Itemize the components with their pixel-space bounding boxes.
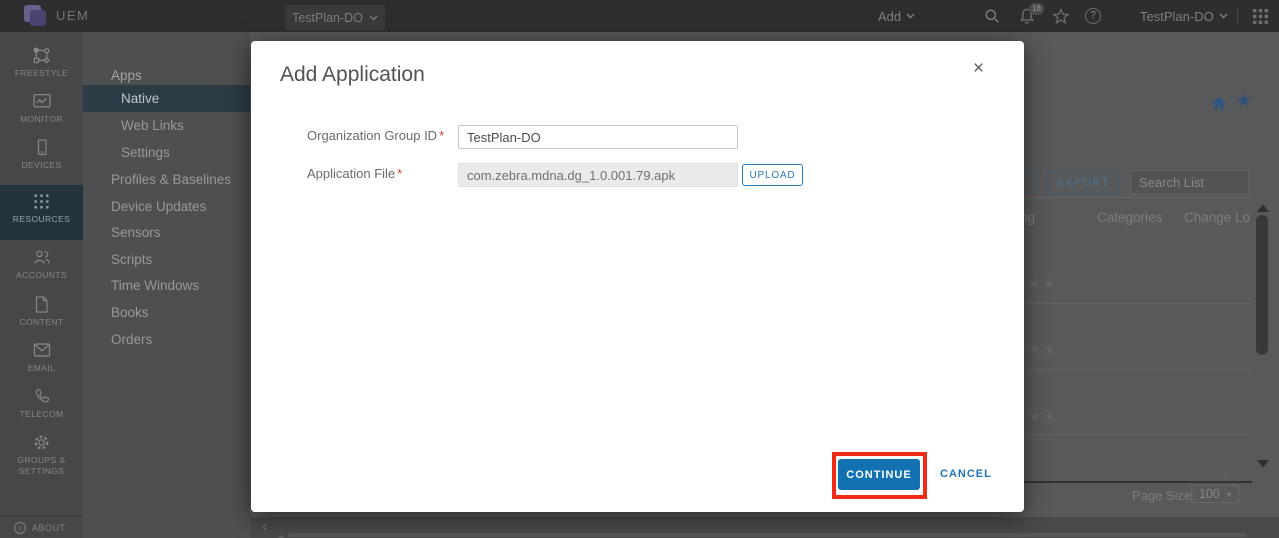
next-page-icon[interactable]: ▶ [1224, 470, 1232, 481]
column-header-change-log[interactable]: Change Log [1184, 210, 1250, 225]
devices-icon [34, 138, 50, 156]
favorite-page-star-icon[interactable]: ★ [1236, 90, 1252, 111]
add-menu[interactable]: Add [878, 0, 915, 32]
search-button[interactable] [984, 0, 1000, 32]
search-list-input[interactable] [1130, 170, 1249, 195]
page-size-select[interactable]: 100 [1191, 485, 1239, 503]
resources-icon [33, 192, 50, 210]
subnav-item-device-updates[interactable]: Device Updates [83, 193, 250, 220]
annotation-highlight-box [832, 452, 927, 499]
page-size-label: Page Size: [1132, 488, 1195, 503]
secondary-nav: Apps Native Web Links Settings Profiles … [83, 32, 250, 538]
sidebar-item-email[interactable]: EMAIL [0, 341, 83, 381]
cancel-button[interactable]: CANCEL [940, 468, 992, 480]
topbar-divider [1237, 8, 1238, 24]
sidebar-item-telecom[interactable]: TELECOM [0, 387, 83, 427]
sidebar-item-label: ACCOUNTS [16, 270, 67, 281]
help-button[interactable]: ? [1085, 0, 1101, 32]
app-frame: UEM TestPlan-DO Add 18 [0, 0, 1279, 538]
chevron-down-icon [906, 13, 915, 19]
main-sidebar: FREESTYLE MONITOR DEVICES [0, 32, 83, 538]
export-button[interactable]: EXPORT [1046, 171, 1120, 194]
home-icon[interactable] [1211, 96, 1227, 111]
email-icon [33, 341, 51, 359]
top-bar: UEM TestPlan-DO Add 18 [0, 0, 1279, 32]
monitor-icon [33, 92, 51, 110]
sidebar-item-freestyle[interactable]: FREESTYLE [0, 46, 83, 86]
sidebar-item-label: TELECOM [20, 409, 64, 420]
sidebar-item-label: EMAIL [28, 363, 56, 374]
organization-group-selector[interactable]: TestPlan-DO [285, 5, 385, 31]
sidebar-item-label: GROUPS & SETTINGS [13, 455, 71, 477]
close-icon[interactable]: × [973, 59, 984, 78]
help-icon: ? [1085, 8, 1101, 24]
subnav-item-scripts[interactable]: Scripts [83, 246, 250, 273]
page-size-value: 100 [1199, 487, 1220, 501]
app-file-label-text: Application File [307, 166, 395, 181]
subnav-item-profiles-baselines[interactable]: Profiles & Baselines [83, 166, 250, 193]
sidebar-item-about[interactable]: i ABOUT [14, 522, 66, 534]
subnav-item-sensors[interactable]: Sensors [83, 219, 250, 246]
sidebar-item-accounts[interactable]: ACCOUNTS [0, 248, 83, 288]
subnav-item-settings[interactable]: Settings [83, 139, 250, 166]
telecom-icon [34, 387, 50, 405]
required-asterisk: * [439, 128, 444, 143]
sidebar-divider [0, 515, 83, 516]
scroll-down-icon[interactable] [1257, 460, 1269, 468]
subnav-item-native[interactable]: Native [83, 85, 250, 112]
sidebar-item-label: CONTENT [20, 317, 64, 328]
account-selector[interactable]: TestPlan-DO [1140, 0, 1228, 32]
sidebar-item-label: MONITOR [20, 114, 63, 125]
search-icon [984, 8, 1000, 24]
grid-icon [1252, 8, 1269, 25]
favorites-button[interactable] [1052, 0, 1070, 32]
vertical-scrollbar-thumb[interactable] [1256, 215, 1268, 355]
org-group-label-text: Organization Group ID [307, 128, 437, 143]
subnav-item-books[interactable]: Books [83, 299, 250, 326]
sidebar-item-content[interactable]: CONTENT [0, 295, 83, 335]
settings-gear-icon [33, 433, 50, 451]
sidebar-item-label: DEVICES [21, 160, 61, 171]
required-asterisk: * [397, 166, 402, 181]
modal-title: Add Application [280, 63, 425, 87]
subnav-item-web-links[interactable]: Web Links [83, 112, 250, 139]
add-menu-label: Add [878, 9, 901, 24]
organization-group-selector-label: TestPlan-DO [292, 11, 363, 25]
about-label: ABOUT [32, 523, 66, 533]
sidebar-item-groups-settings[interactable]: GROUPS & SETTINGS [0, 433, 83, 483]
chevron-down-icon [369, 15, 378, 21]
brand-label: UEM [56, 0, 89, 32]
subnav-item-orders[interactable]: Orders [83, 326, 250, 353]
notification-count-badge: 18 [1029, 3, 1044, 15]
column-header-categories[interactable]: Categories [1097, 210, 1162, 225]
scroll-left-icon[interactable]: ◀ [278, 533, 283, 538]
add-application-modal: Add Application × Organization Group ID*… [251, 41, 1024, 512]
scroll-up-icon[interactable] [1257, 204, 1269, 212]
chevron-down-icon [1219, 13, 1228, 19]
chevron-down-icon [1226, 493, 1232, 497]
star-outline-icon [1052, 8, 1070, 25]
app-file-input [458, 163, 738, 187]
info-icon: i [14, 522, 26, 534]
upload-button[interactable]: UPLOAD [742, 164, 803, 186]
freestyle-icon [33, 46, 50, 64]
sidebar-item-resources[interactable]: RESOURCES [0, 185, 83, 240]
sidebar-item-label: RESOURCES [13, 214, 70, 225]
org-group-label: Organization Group ID* [307, 128, 444, 143]
sidebar-item-monitor[interactable]: MONITOR [0, 92, 83, 132]
horizontal-scrollbar[interactable] [288, 533, 1246, 537]
subnav-item-time-windows[interactable]: Time Windows [83, 272, 250, 299]
app-grid-button[interactable] [1252, 0, 1269, 32]
sidebar-item-devices[interactable]: DEVICES [0, 138, 83, 178]
sidebar-item-label: FREESTYLE [15, 68, 68, 79]
uem-logo-icon-front [30, 10, 46, 26]
org-group-input[interactable] [458, 125, 738, 149]
content-icon [34, 295, 49, 313]
collapse-sidebar-icon[interactable]: ‹ [262, 518, 267, 535]
app-file-label: Application File* [307, 166, 402, 181]
account-selector-label: TestPlan-DO [1140, 9, 1214, 24]
accounts-icon [33, 248, 51, 266]
